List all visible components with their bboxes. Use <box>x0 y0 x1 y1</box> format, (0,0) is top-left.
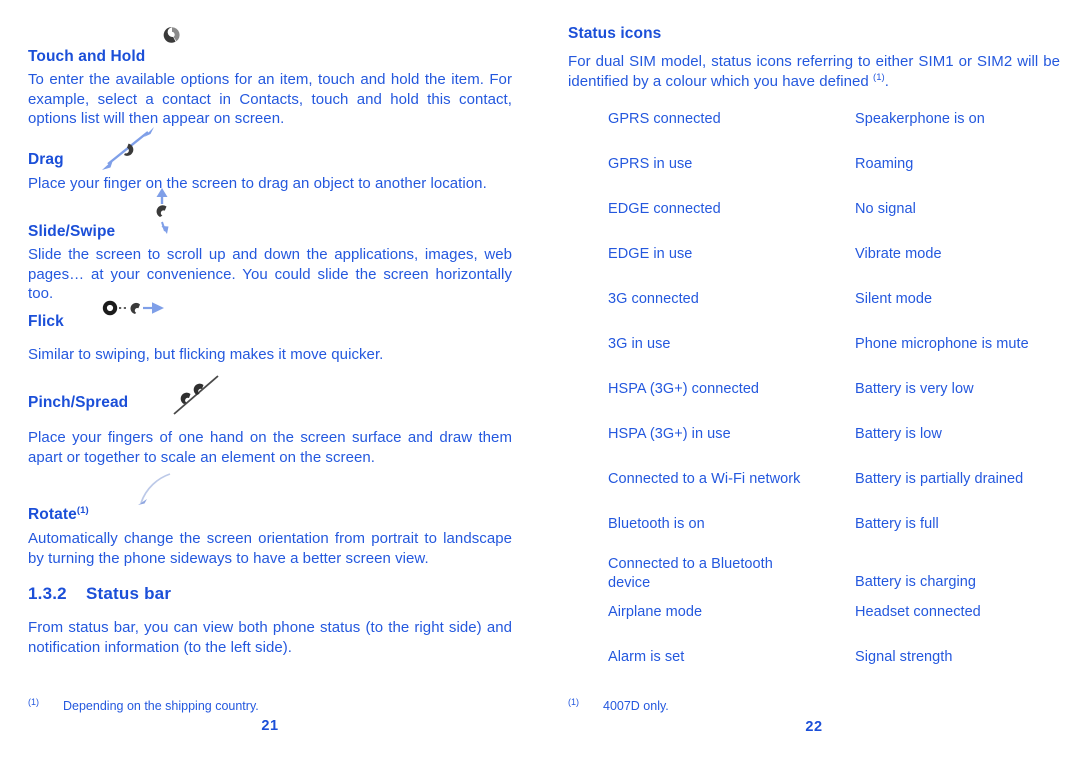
table-row: Connected to a Bluetooth device Battery … <box>608 555 1078 603</box>
heading-slide-swipe: Slide/Swipe <box>28 223 116 240</box>
heading-status-icons: Status icons <box>568 25 662 42</box>
body-touch-and-hold: To enter the available options for an it… <box>28 71 512 127</box>
table-row: EDGE connected No signal <box>608 200 1078 245</box>
status-icon-label: Connected to a Bluetooth device <box>608 556 773 591</box>
heading-rotate: Rotate(1) <box>28 506 89 524</box>
status-icon-label: Speakerphone is on <box>855 111 985 127</box>
table-row: HSPA (3G+) in use Battery is low <box>608 425 1078 470</box>
section-number: 1.3.2 <box>28 584 67 603</box>
heading-rotate-footnote-mark: (1) <box>76 504 89 516</box>
status-icon-label: HSPA (3G+) connected <box>608 381 760 397</box>
table-row: 3G in use Phone microphone is mute <box>608 335 1078 380</box>
body-rotate: Automatically change the screen orientat… <box>28 530 512 567</box>
table-row: Alarm is set Signal strength <box>608 648 1078 693</box>
body-flick: Similar to swiping, but flicking makes i… <box>28 346 384 363</box>
left-page-footnote: (1) Depending on the shipping country. <box>28 696 259 714</box>
status-icon-label: GPRS in use <box>608 156 693 172</box>
right-page-column: Status icons For dual SIM model, status … <box>568 0 1068 767</box>
status-icon-label: Airplane mode <box>608 604 703 620</box>
body-drag: Place your finger on the screen to drag … <box>28 175 487 192</box>
status-icon-label: Signal strength <box>855 649 953 665</box>
footnote-mark: (1) <box>28 696 39 707</box>
footnote-mark: (1) <box>568 696 579 707</box>
table-row: GPRS connected Speakerphone is on <box>608 110 1078 155</box>
footnote-text: 4007D only. <box>603 699 669 713</box>
status-icon-label: Bluetooth is on <box>608 516 705 532</box>
body-status-icons-intro: For dual SIM model, status icons referri… <box>568 52 1060 91</box>
right-page-number: 22 <box>805 719 823 735</box>
touch-hold-icon <box>161 24 183 46</box>
status-icons-table: GPRS connected Speakerphone is on GPRS i… <box>608 110 1078 693</box>
table-row: EDGE in use Vibrate mode <box>608 245 1078 290</box>
status-icon-label: Battery is partially drained <box>855 471 1024 487</box>
left-page: Touch and Hold To enter the available op… <box>0 0 540 767</box>
drag-diagonal-arrow-icon <box>100 126 158 171</box>
footnote-text: Depending on the shipping country. <box>63 699 259 713</box>
status-icon-label: Battery is charging <box>855 574 977 590</box>
slide-swipe-vertical-arrow-icon <box>150 188 176 236</box>
table-row: HSPA (3G+) connected Battery is very low <box>608 380 1078 425</box>
status-icon-label: EDGE in use <box>608 246 693 262</box>
status-icon-label: Roaming <box>855 156 914 172</box>
pinch-spread-icon <box>168 373 224 419</box>
status-icon-label: Battery is low <box>855 426 942 442</box>
body-pinch-spread: Place your fingers of one hand on the sc… <box>28 429 512 466</box>
flick-arrow-icon <box>102 297 168 319</box>
table-row: Bluetooth is on Battery is full <box>608 515 1078 555</box>
heading-rotate-label: Rotate <box>28 506 77 523</box>
status-icon-label: Battery is full <box>855 516 939 532</box>
intro-footnote-mark: (1) <box>873 71 885 83</box>
table-row: Connected to a Wi-Fi network Battery is … <box>608 470 1078 515</box>
body-slide-swipe: Slide the screen to scroll up and down t… <box>28 246 512 302</box>
table-row: 3G connected Silent mode <box>608 290 1078 335</box>
right-page: Status icons For dual SIM model, status … <box>540 0 1080 767</box>
status-icon-label: Silent mode <box>855 291 933 307</box>
status-icon-label: EDGE connected <box>608 201 721 217</box>
table-row: GPRS in use Roaming <box>608 155 1078 200</box>
rotate-arc-icon <box>136 472 176 506</box>
heading-drag: Drag <box>28 151 64 168</box>
table-row: Airplane mode Headset connected <box>608 603 1078 648</box>
intro-text-before: For dual SIM model, status icons referri… <box>568 53 1060 90</box>
left-page-column: Touch and Hold To enter the available op… <box>28 0 512 767</box>
status-icon-label: GPRS connected <box>608 111 721 127</box>
left-page-number: 21 <box>261 718 279 734</box>
right-page-footnote: (1) 4007D only. <box>568 696 669 714</box>
status-icon-label: Alarm is set <box>608 649 685 665</box>
status-icon-label: 3G in use <box>608 336 671 352</box>
status-icon-label: Connected to a Wi-Fi network <box>608 471 801 487</box>
heading-pinch-spread: Pinch/Spread <box>28 394 129 411</box>
heading-flick: Flick <box>28 313 64 330</box>
status-icon-label: Phone microphone is mute <box>855 336 1029 352</box>
intro-text-after: . <box>884 72 889 90</box>
status-icon-label: Battery is very low <box>855 381 974 397</box>
status-icon-label: HSPA (3G+) in use <box>608 426 731 442</box>
status-icon-label: No signal <box>855 201 916 217</box>
section-heading-status-bar: 1.3.2 Status bar <box>28 584 171 604</box>
heading-touch-and-hold: Touch and Hold <box>28 48 146 65</box>
section-title: Status bar <box>86 584 172 603</box>
status-icon-label: Headset connected <box>855 604 981 620</box>
body-status-bar: From status bar, you can view both phone… <box>28 619 512 656</box>
status-icon-label: 3G connected <box>608 291 699 307</box>
status-icon-label: Vibrate mode <box>855 246 942 262</box>
